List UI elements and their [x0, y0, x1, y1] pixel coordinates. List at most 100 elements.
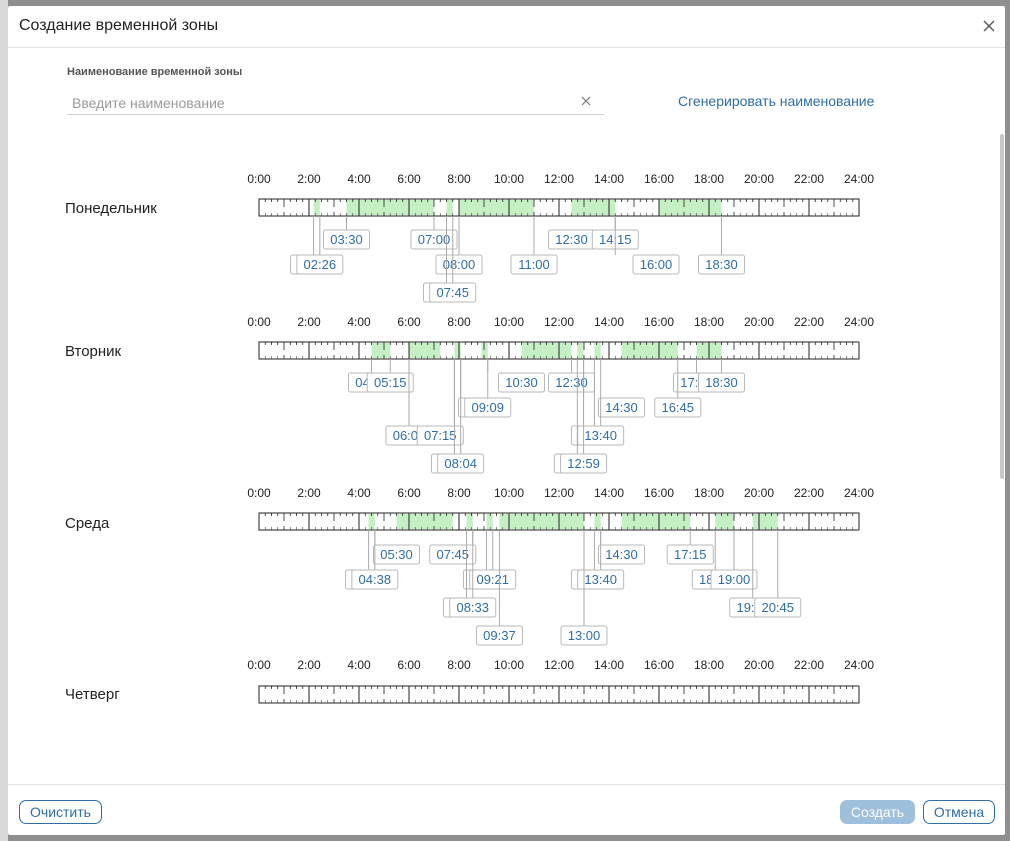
time-marker-tag[interactable]: 02:26	[296, 254, 344, 275]
time-tag-label: 18:30	[705, 375, 738, 390]
interval-block	[521, 343, 572, 358]
time-marker-tag[interactable]: 07:45	[429, 544, 477, 565]
hour-label: 10:00	[494, 172, 524, 186]
hour-label: 14:00	[594, 658, 624, 672]
hour-label: 16:00	[644, 315, 674, 329]
time-tag-label: 08:00	[443, 257, 476, 272]
time-marker-tag[interactable]: 14:30	[598, 544, 645, 565]
hour-label: 0:00	[247, 315, 271, 329]
time-marker-tag[interactable]: 08:33	[449, 597, 497, 618]
interval-block	[371, 343, 391, 358]
hour-label: 4:00	[347, 315, 371, 329]
interval-block	[454, 343, 461, 358]
interval-block	[466, 514, 473, 529]
time-marker-tag[interactable]: 05:15	[366, 372, 414, 393]
time-marker-tag[interactable]: 13:00	[560, 625, 608, 646]
time-marker-tag[interactable]: 20:45	[754, 597, 802, 618]
hour-label: 8:00	[447, 315, 471, 329]
time-tag-label: 08:33	[456, 600, 489, 615]
time-tag-label: 07:15	[424, 428, 457, 443]
interval-block	[481, 343, 488, 358]
time-marker-tag[interactable]: 08:00	[435, 254, 483, 275]
time-tag-label: 04:38	[359, 572, 392, 587]
hour-label: 12:00	[544, 315, 574, 329]
time-marker-tag[interactable]: 16:00	[632, 254, 680, 275]
day-timeline: 0:00 2:00 4:00 6:00 8:00 10:00 12:00 14:00 16:00…	[247, 172, 874, 303]
time-marker-tag[interactable]: 12:30	[548, 229, 595, 250]
interval-block	[499, 514, 584, 529]
time-marker-tag[interactable]: 07:00	[410, 229, 458, 250]
time-marker-tag[interactable]: 19:00	[710, 569, 758, 590]
time-tag-label: 05:15	[374, 375, 407, 390]
interval-block	[409, 343, 441, 358]
clear-button[interactable]: Очистить	[19, 800, 102, 824]
time-marker-tag[interactable]: 09:21	[469, 569, 517, 590]
time-marker-tag[interactable]: 18:30	[698, 372, 745, 393]
day-timeline: 0:00 2:00 4:00 6:00 8:00 10:00 12:00 14:00 16:00…	[247, 315, 874, 474]
hour-label: 8:00	[447, 172, 471, 186]
hour-label: 18:00	[694, 315, 724, 329]
time-tag-label: 13:40	[584, 428, 617, 443]
hour-label: 10:00	[494, 486, 524, 500]
hour-label: 4:00	[347, 172, 371, 186]
hour-label: 14:00	[594, 315, 624, 329]
time-marker-tag[interactable]: 16:45	[654, 397, 702, 418]
time-tag-label: 14:30	[605, 547, 638, 562]
time-tag-label: 08:04	[444, 456, 477, 471]
hour-label: 18:00	[694, 486, 724, 500]
hour-label: 16:00	[644, 486, 674, 500]
dialog-footer: Очистить Создать Отмена	[8, 784, 1005, 835]
time-marker-tag[interactable]: 17:15	[666, 544, 714, 565]
interval-block	[459, 200, 534, 215]
hour-label: 4:00	[347, 658, 371, 672]
interval-block	[594, 343, 601, 358]
time-marker-tag[interactable]: 07:45	[429, 282, 477, 303]
time-marker-tag[interactable]: 13:40	[577, 569, 625, 590]
hour-label: 0:00	[247, 658, 271, 672]
time-marker-tag[interactable]: 09:09	[464, 397, 512, 418]
hour-label: 2:00	[297, 658, 321, 672]
time-tag-label: 12:30	[555, 232, 588, 247]
cancel-button[interactable]: Отмена	[923, 800, 995, 824]
time-tag-label: 16:00	[640, 257, 673, 272]
time-marker-tag[interactable]: 09:37	[475, 625, 523, 646]
vertical-scrollbar[interactable]	[1000, 134, 1004, 479]
time-tag-label: 09:21	[476, 572, 509, 587]
time-marker-tag[interactable]: 13:40	[577, 425, 625, 446]
time-marker-tag[interactable]: 10:30	[498, 372, 545, 393]
time-tag-label: 17:15	[674, 547, 707, 562]
hour-label: 20:00	[744, 658, 774, 672]
interval-block	[621, 514, 691, 529]
time-tag-label: 09:37	[483, 628, 516, 643]
hour-label: 12:00	[544, 486, 574, 500]
time-marker-tag[interactable]: 11:00	[510, 254, 558, 275]
interval-block	[396, 514, 453, 529]
create-button[interactable]: Создать	[840, 800, 915, 824]
time-marker-tag[interactable]: 14:30	[598, 397, 645, 418]
time-marker-tag[interactable]: 05:30	[373, 544, 420, 565]
hour-label: 12:00	[544, 172, 574, 186]
hour-label: 6:00	[397, 658, 421, 672]
hour-label: 16:00	[644, 658, 674, 672]
time-tag-label: 19:00	[718, 572, 751, 587]
time-marker-tag[interactable]: 03:30	[323, 229, 370, 250]
time-marker-tag[interactable]: 04:38	[351, 569, 399, 590]
hour-label: 6:00	[397, 486, 421, 500]
time-marker-tag[interactable]: 07:15	[416, 425, 464, 446]
interval-block	[659, 200, 722, 215]
hour-label: 16:00	[644, 172, 674, 186]
time-tag-label: 02:26	[304, 257, 337, 272]
time-marker-tag[interactable]: 08:04	[437, 453, 485, 474]
time-marker-tag[interactable]: 18:30	[698, 254, 745, 275]
time-marker-tag[interactable]: 12:30	[548, 372, 595, 393]
time-marker-tag[interactable]: 12:59	[560, 453, 608, 474]
interval-block	[621, 343, 678, 358]
hour-label: 20:00	[744, 172, 774, 186]
time-tag-label: 07:00	[418, 232, 451, 247]
hour-label: 2:00	[297, 315, 321, 329]
time-tag-label: 11:00	[518, 257, 550, 272]
hour-label: 24:00	[844, 172, 874, 186]
time-tag-label: 16:45	[661, 400, 694, 415]
interval-block	[752, 514, 778, 529]
interval-block	[368, 514, 375, 529]
